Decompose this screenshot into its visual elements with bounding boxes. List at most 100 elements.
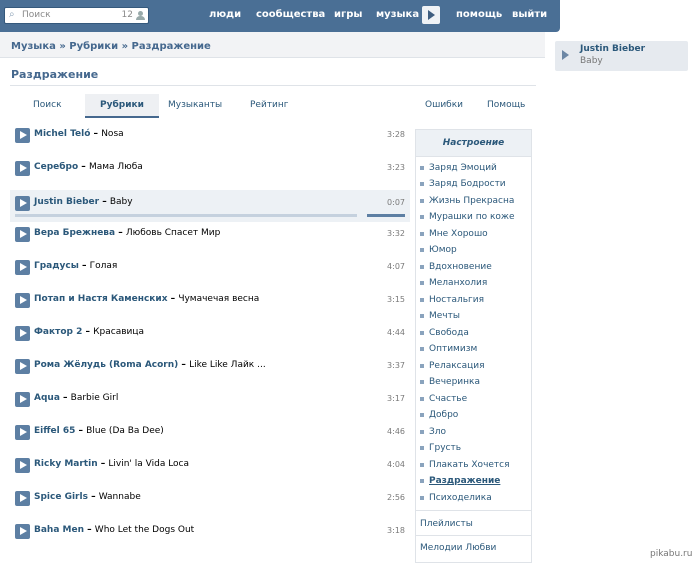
track-artist[interactable]: Ricky Martin — [34, 459, 98, 469]
track-artist[interactable]: Aqua — [34, 393, 60, 403]
track-title[interactable]: Мама Люба — [89, 162, 143, 172]
track-artist[interactable]: Michel Teló — [34, 129, 90, 139]
track-row[interactable]: Spice Girls – Wannabe 2:56 — [10, 485, 410, 517]
tab-errors[interactable]: Ошибки — [425, 100, 463, 110]
play-icon[interactable] — [15, 326, 30, 341]
nav-help[interactable]: помощь — [456, 9, 502, 20]
mood-item[interactable]: Мне Хорошо — [420, 229, 488, 239]
play-icon[interactable] — [15, 491, 30, 506]
nav-games[interactable]: игры — [334, 9, 362, 20]
track-duration: 2:56 — [387, 493, 405, 502]
play-icon[interactable] — [15, 161, 30, 176]
track-artist[interactable]: Eiffel 65 — [34, 426, 75, 436]
love-melodies-link[interactable]: Мелодии Любви — [420, 543, 496, 553]
playlists-link[interactable]: Плейлисты — [420, 519, 473, 529]
play-icon[interactable] — [15, 293, 30, 308]
nav-communities[interactable]: сообщества — [256, 9, 325, 20]
track-row-active[interactable]: Justin Bieber – Baby 0:07 — [10, 190, 410, 222]
tab-rating[interactable]: Рейтинг — [250, 100, 289, 110]
track-artist[interactable]: Фактор 2 — [34, 327, 82, 337]
track-row[interactable]: Michel Teló – Nosa 3:28 — [10, 122, 410, 154]
track-row[interactable]: Aqua – Barbie Girl 3:17 — [10, 386, 410, 418]
play-icon[interactable] — [15, 260, 30, 275]
mood-item[interactable]: Счастье — [420, 394, 467, 404]
mood-item[interactable]: Мурашки по коже — [420, 212, 515, 222]
volume-slider[interactable] — [367, 214, 405, 217]
breadcrumb-rubrics[interactable]: Рубрики — [69, 41, 118, 52]
track-row[interactable]: Серебро – Мама Люба 3:23 — [10, 155, 410, 187]
play-icon[interactable] — [15, 524, 30, 539]
track-title[interactable]: Красавица — [93, 327, 144, 337]
track-title[interactable]: Barbie Girl — [71, 393, 119, 403]
track-title[interactable]: Livin' la Vida Loca — [108, 459, 189, 469]
track-title[interactable]: Любовь Спасет Мир — [126, 228, 220, 238]
play-icon[interactable] — [15, 128, 30, 143]
mood-item[interactable]: Юмор — [420, 245, 457, 255]
tab-rubrics[interactable]: Рубрики — [85, 94, 159, 118]
track-artist[interactable]: Потап и Настя Каменских — [34, 294, 168, 304]
mood-item[interactable]: Заряд Бодрости — [420, 179, 506, 189]
mood-item[interactable]: Зло — [420, 427, 446, 437]
search-box[interactable]: ⌕ Поиск 12 — [4, 7, 149, 24]
mood-item[interactable]: Жизнь Прекрасна — [420, 196, 514, 206]
track-artist[interactable]: Justin Bieber — [34, 197, 99, 207]
track-title[interactable]: Who Let the Dogs Out — [95, 525, 194, 535]
play-icon[interactable] — [15, 458, 30, 473]
track-progress-bar[interactable] — [15, 214, 357, 217]
play-icon[interactable] — [15, 425, 30, 440]
track-row[interactable]: Baha Men – Who Let the Dogs Out 3:18 — [10, 518, 410, 550]
now-playing-widget[interactable]: Justin Bieber Baby — [555, 41, 688, 71]
play-icon[interactable] — [15, 392, 30, 407]
track-row[interactable]: Градусы – Голая 4:07 — [10, 254, 410, 286]
mood-item[interactable]: Добро — [420, 410, 458, 420]
track-title[interactable]: Like Like Лайк ... — [189, 360, 266, 370]
play-icon[interactable] — [562, 50, 569, 60]
mood-item-selected[interactable]: Раздражение — [420, 476, 500, 486]
tab-search[interactable]: Поиск — [33, 100, 62, 110]
player-play-icon[interactable] — [422, 6, 440, 24]
track-artist[interactable]: Spice Girls — [34, 492, 88, 502]
nav-music[interactable]: музыка — [376, 9, 419, 20]
track-artist[interactable]: Рома Жёлудь (Roma Acorn) — [34, 360, 178, 370]
track-row[interactable]: Eiffel 65 – Blue (Da Ba Dee) 4:46 — [10, 419, 410, 451]
play-icon[interactable] — [15, 359, 30, 374]
track-row[interactable]: Рома Жёлудь (Roma Acorn) – Like Like Лай… — [10, 353, 410, 385]
track-artist[interactable]: Вера Брежнева — [34, 228, 115, 238]
track-row[interactable]: Фактор 2 – Красавица 4:44 — [10, 320, 410, 352]
search-input[interactable]: Поиск — [22, 10, 51, 20]
play-icon[interactable] — [15, 227, 30, 242]
mood-item[interactable]: Заряд Эмоций — [420, 163, 497, 173]
play-icon[interactable] — [15, 196, 30, 211]
track-title[interactable]: Голая — [90, 261, 118, 271]
track-row[interactable]: Потап и Настя Каменских – Чумачечая весн… — [10, 287, 410, 319]
track-title[interactable]: Wannabe — [99, 492, 141, 502]
nav-logout[interactable]: выйти — [512, 9, 547, 20]
track-title[interactable]: Blue (Da Ba Dee) — [86, 426, 164, 436]
track-duration: 3:37 — [387, 361, 405, 370]
mood-item[interactable]: Вдохновение — [420, 262, 492, 272]
mood-item[interactable]: Ностальгия — [420, 295, 484, 305]
mood-item[interactable]: Свобода — [420, 328, 469, 338]
mood-item[interactable]: Плакать Хочется — [420, 460, 510, 470]
track-artist[interactable]: Серебро — [34, 162, 78, 172]
track-duration: 3:28 — [387, 130, 405, 139]
mood-item[interactable]: Вечеринка — [420, 377, 480, 387]
track-duration: 3:17 — [387, 394, 405, 403]
nav-people[interactable]: люди — [209, 9, 241, 20]
track-title[interactable]: Nosa — [101, 129, 123, 139]
mood-item[interactable]: Оптимизм — [420, 344, 477, 354]
mood-item[interactable]: Психоделика — [420, 493, 492, 503]
track-row[interactable]: Вера Брежнева – Любовь Спасет Мир 3:32 — [10, 221, 410, 253]
track-artist[interactable]: Градусы — [34, 261, 79, 271]
track-row[interactable]: Ricky Martin – Livin' la Vida Loca 4:04 — [10, 452, 410, 484]
tab-help[interactable]: Помощь — [487, 100, 525, 110]
mood-item[interactable]: Грусть — [420, 443, 461, 453]
mood-item[interactable]: Мечты — [420, 311, 460, 321]
track-title[interactable]: Baby — [110, 197, 133, 207]
mood-item[interactable]: Меланхолия — [420, 278, 487, 288]
track-title[interactable]: Чумачечая весна — [178, 294, 259, 304]
track-artist[interactable]: Baha Men — [34, 525, 84, 535]
breadcrumb-music[interactable]: Музыка — [11, 41, 56, 52]
tab-musicians[interactable]: Музыканты — [168, 100, 222, 110]
mood-item[interactable]: Релаксация — [420, 361, 485, 371]
